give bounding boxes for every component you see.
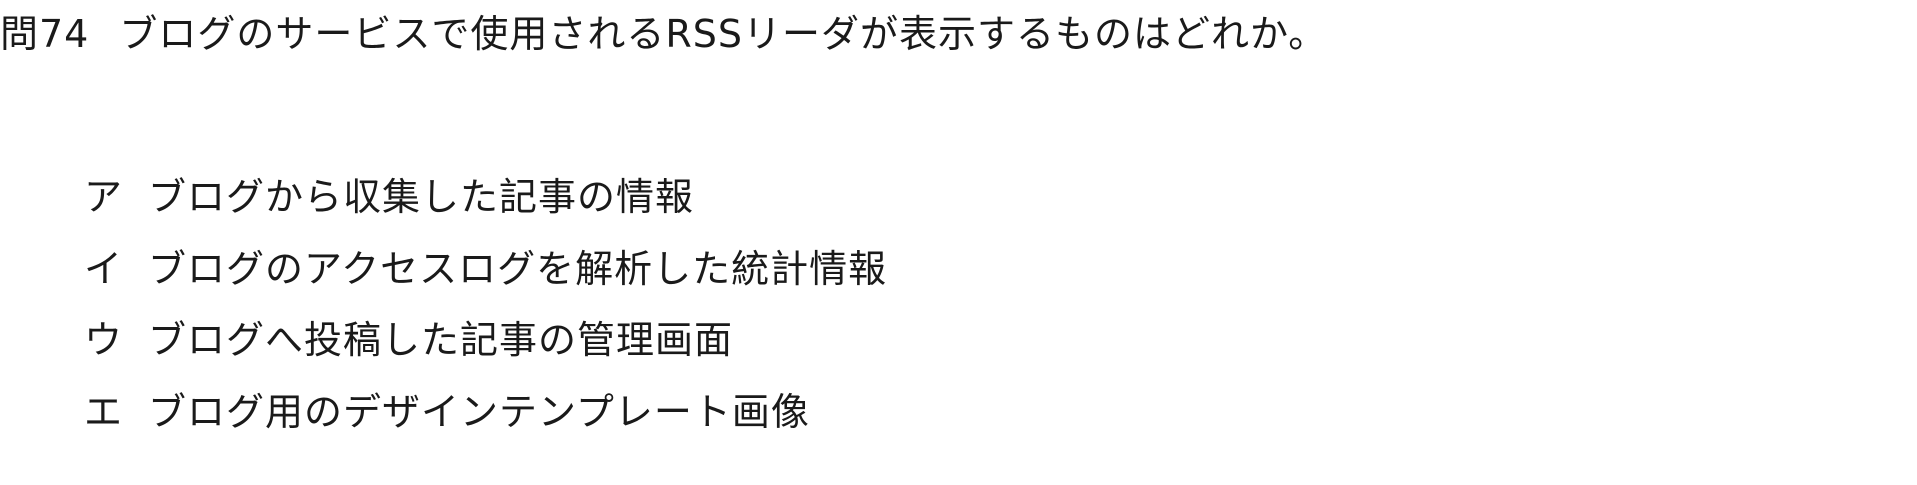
choice-label: イ [84, 247, 124, 291]
question-text: ブログのサービスで使用されるRSSリーダが表示するものはどれか。 [119, 12, 1328, 56]
choice-text: ブログへ投稿した記事の管理画面 [148, 318, 734, 362]
question-number: 問74 [0, 12, 90, 56]
choice-text: ブログのアクセスログを解析した統計情報 [148, 247, 888, 291]
choice-d: エブログ用のデザインテンプレート画像 [84, 388, 810, 436]
choice-c: ウブログへ投稿した記事の管理画面 [84, 316, 733, 364]
choice-text: ブログ用のデザインテンプレート画像 [148, 390, 810, 434]
choice-label: ア [84, 175, 124, 219]
choice-text: ブログから収集した記事の情報 [148, 175, 695, 219]
choice-b: イブログのアクセスログを解析した統計情報 [84, 245, 887, 293]
choice-a: アブログから収集した記事の情報 [84, 173, 694, 221]
choice-label: ウ [84, 318, 124, 362]
choice-label: エ [84, 390, 124, 434]
question-line: 問74 ブログのサービスで使用されるRSSリーダが表示するものはどれか。 [0, 10, 1327, 58]
